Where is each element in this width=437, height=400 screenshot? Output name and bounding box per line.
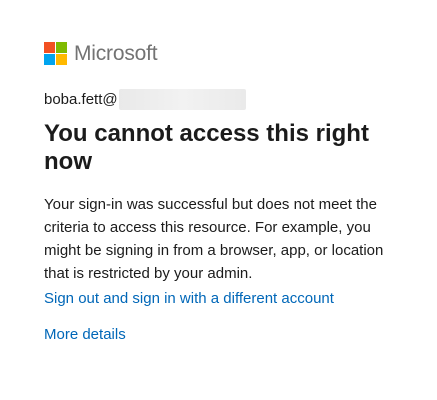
brand-header: Microsoft xyxy=(44,42,158,65)
page-title: You cannot access this right now xyxy=(44,120,369,175)
logo-square-red xyxy=(44,42,55,53)
more-details-link[interactable]: More details xyxy=(44,325,126,345)
redacted-email-domain xyxy=(118,89,246,110)
brand-name: Microsoft xyxy=(74,42,158,65)
logo-square-yellow xyxy=(56,54,67,65)
microsoft-logo-icon xyxy=(44,42,67,65)
account-username: boba.fett@ xyxy=(44,90,118,108)
sign-out-link[interactable]: Sign out and sign in with a different ac… xyxy=(44,289,334,309)
logo-square-green xyxy=(56,42,67,53)
access-denied-card: Microsoft boba.fett@ You cannot access t… xyxy=(0,0,437,400)
error-description: Your sign-in was successful but does not… xyxy=(44,196,384,282)
logo-square-blue xyxy=(44,54,55,65)
account-identity: boba.fett@ xyxy=(44,89,246,110)
